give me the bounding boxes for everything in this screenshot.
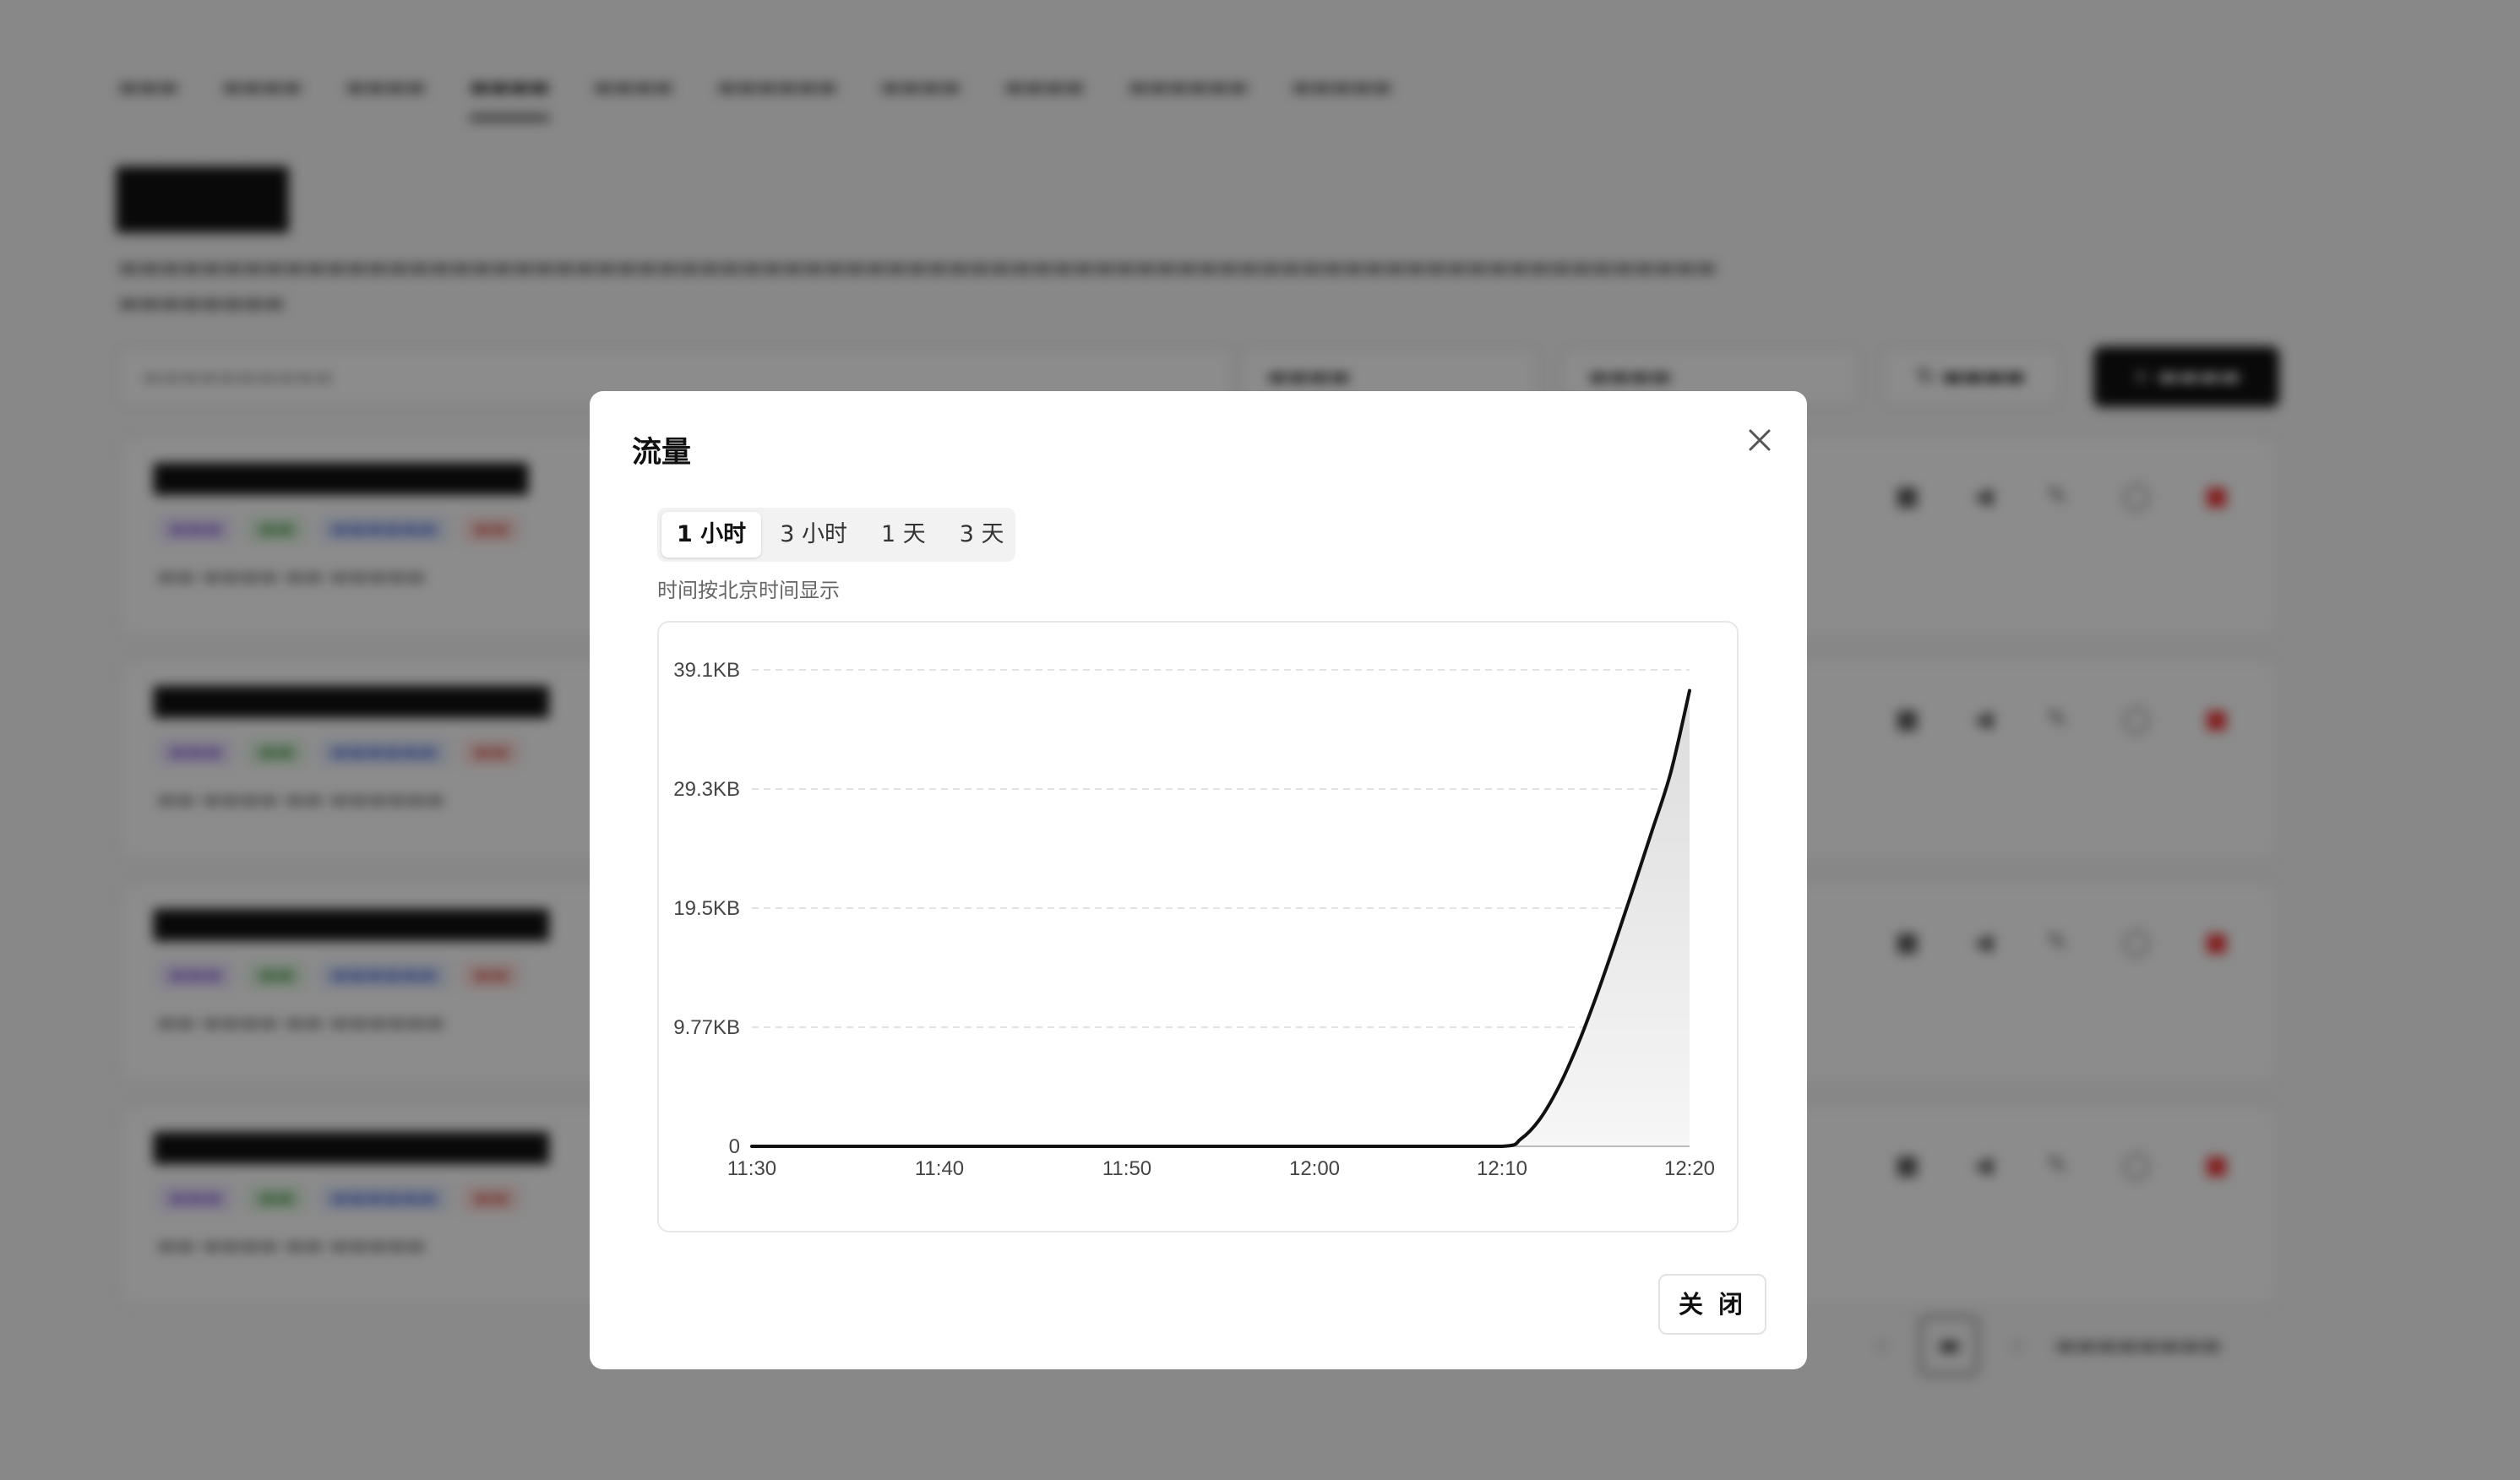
y-tick-label: 39.1KB <box>673 659 740 682</box>
time-range-tabs: 1 小时 3 小时 1 天 3 天 <box>657 508 1015 562</box>
tab-1-hour[interactable]: 1 小时 <box>661 512 762 558</box>
x-tick-label: 11:40 <box>915 1157 964 1180</box>
x-tick-label: 11:30 <box>727 1157 776 1180</box>
x-tick-label: 12:00 <box>1289 1157 1340 1180</box>
close-button[interactable]: 关 闭 <box>1658 1274 1766 1335</box>
close-icon[interactable] <box>1743 423 1777 457</box>
y-tick-label: 29.3KB <box>673 778 740 801</box>
y-tick-label: 0 <box>729 1135 740 1158</box>
traffic-chart-container: 0 9.77KB 19.5KB 29.3KB 39.1KB 11:30 11:40 11:50… <box>657 621 1739 1232</box>
tab-3-hours[interactable]: 3 小时 <box>765 512 863 558</box>
series-area <box>752 690 1690 1146</box>
x-tick-label: 12:20 <box>1664 1157 1715 1180</box>
traffic-modal: 流量 1 小时 3 小时 1 天 3 天 时间按北京时间显示 0 9.77KB 19… <box>590 391 1807 1369</box>
modal-title: 流量 <box>632 436 692 470</box>
x-tick-label: 11:50 <box>1102 1157 1151 1180</box>
tab-3-days[interactable]: 3 天 <box>944 512 1020 558</box>
timezone-hint: 时间按北京时间显示 <box>657 579 840 602</box>
tab-1-day[interactable]: 1 天 <box>866 512 941 558</box>
x-tick-label: 12:10 <box>1477 1157 1527 1180</box>
series-line <box>750 688 1691 1148</box>
y-tick-label: 9.77KB <box>673 1016 740 1039</box>
y-tick-label: 19.5KB <box>673 897 740 920</box>
traffic-chart: 0 9.77KB 19.5KB 29.3KB 39.1KB 11:30 11:40 11:50… <box>673 659 1715 1180</box>
